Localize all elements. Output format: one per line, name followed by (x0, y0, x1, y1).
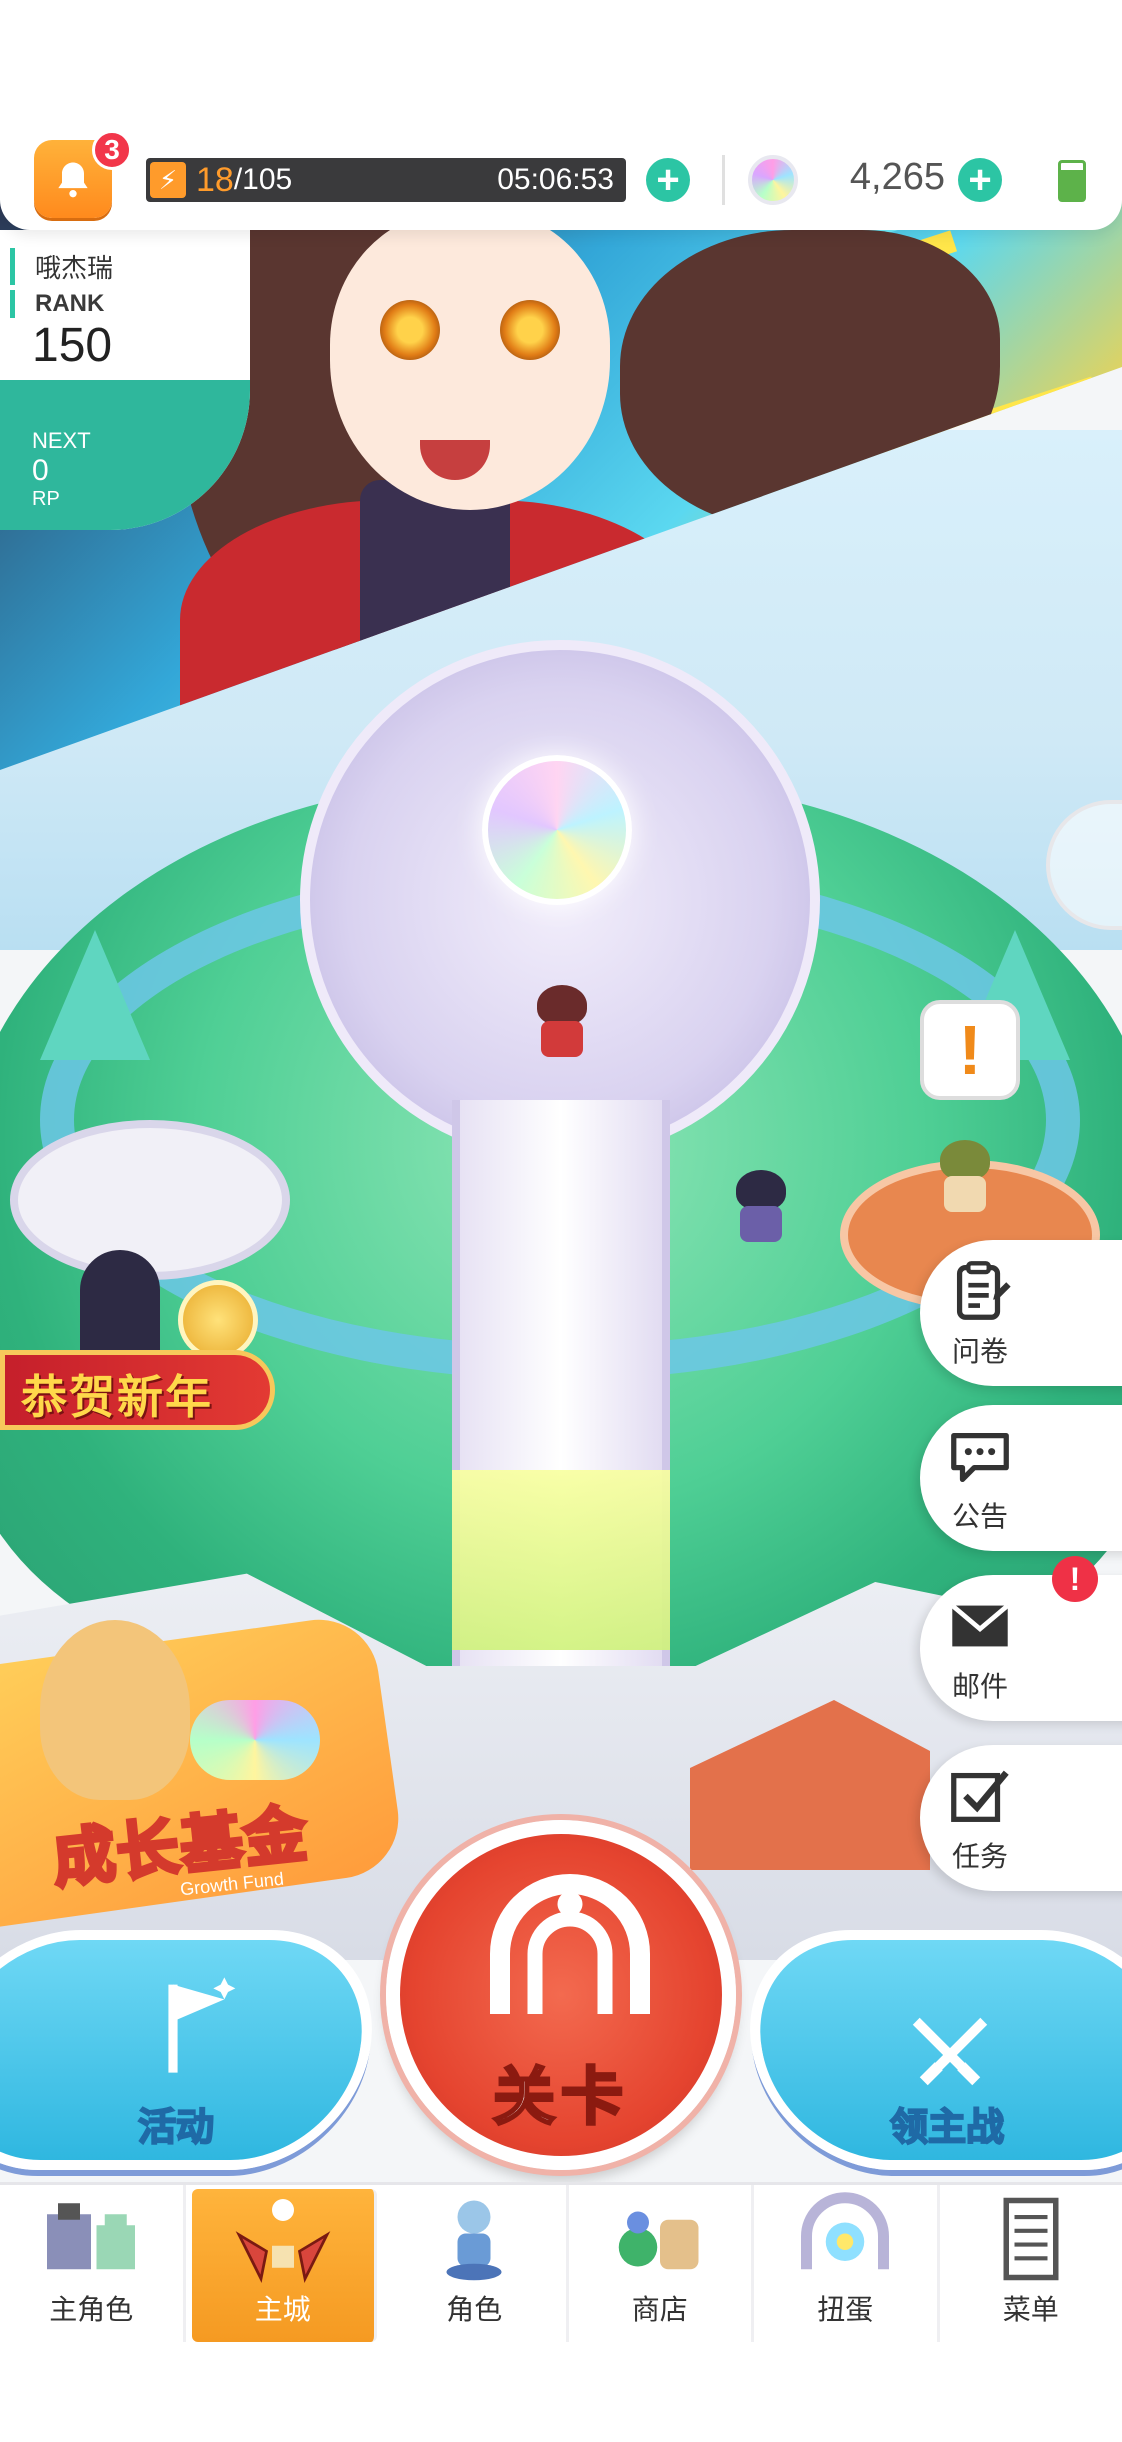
rank-value: 150 (32, 319, 113, 372)
crossed-swords-icon (912, 2017, 988, 2086)
territory-battle-label: 领主战 (889, 2106, 1005, 2150)
main-city-icon (235, 2199, 331, 2283)
gems-stack-icon (190, 1700, 320, 1780)
walkway-glow (452, 1470, 670, 1650)
exclamation-icon: ! (958, 1011, 982, 1089)
nav-label: 主角色 (49, 2294, 134, 2325)
character-eye (500, 300, 560, 360)
tasks-label: 任务 (951, 1841, 1008, 1872)
next-label: NEXT (32, 428, 91, 453)
game-home-screen: ! 3 ⚡ 18 /105 05:06:53 + 4,265 + 哦杰瑞 RAN… (0, 0, 1122, 2442)
flag-icon (168, 1977, 236, 2073)
battery-icon (1058, 160, 1086, 202)
stamina-max: /105 (233, 163, 293, 196)
nav-gacha[interactable]: 扭蛋 (754, 2185, 940, 2342)
stamina-timer: 05:06:53 (497, 163, 614, 196)
top-status-bar: 3 ⚡ 18 /105 05:06:53 + 4,265 + (0, 0, 1122, 230)
nav-menu[interactable]: 菜单 (940, 2185, 1122, 2342)
nav-shop[interactable]: 商店 (569, 2185, 754, 2342)
gem-count: 4,265 (849, 156, 945, 198)
characters-icon (446, 2200, 502, 2281)
stamina-current: 18 (196, 160, 234, 199)
new-year-ribbon: 恭贺新年 (0, 1350, 275, 1430)
character-eye (380, 300, 440, 360)
rank-label: RANK (10, 290, 104, 318)
envelope-icon (950, 1603, 1010, 1647)
nav-label: 主城 (254, 2294, 311, 2325)
npc-sprite-middle[interactable] (726, 1170, 796, 1244)
mail-alert-badge: ! (1052, 1556, 1098, 1602)
growth-fund-badge[interactable]: 成长基金 Growth Fund (0, 1612, 407, 1928)
add-gems-button[interactable]: + (958, 158, 1002, 202)
event-character (80, 1250, 160, 1360)
checkbox-icon (951, 1770, 1009, 1822)
notice-button[interactable]: 公告 (920, 1405, 1122, 1551)
stage-button[interactable]: 关卡 (386, 1820, 736, 2170)
npc-alert-bubble[interactable]: ! (920, 1000, 1020, 1100)
npc-sprite-right[interactable] (930, 1140, 1000, 1214)
menu-list-icon (1003, 2197, 1059, 2281)
notice-label: 公告 (951, 1501, 1008, 1532)
stamina-bar: ⚡ 18 /105 05:06:53 (146, 158, 626, 202)
nav-label: 菜单 (1002, 2294, 1059, 2325)
main-character-icon (47, 2203, 136, 2270)
stage-gate-icon (490, 1874, 650, 2014)
next-value: 0 (32, 454, 49, 487)
rainbow-orb[interactable] (482, 755, 632, 905)
npc-sprite-center[interactable] (527, 985, 597, 1059)
lightning-icon: ⚡ (150, 162, 186, 198)
gacha-icon (801, 2192, 890, 2270)
gold-coin-icon (178, 1280, 258, 1360)
activity-label: 活动 (137, 2106, 215, 2150)
shop-bag-icon (618, 2211, 699, 2270)
survey-label: 问卷 (951, 1336, 1008, 1367)
nav-label: 商店 (631, 2294, 688, 2325)
player-name: 哦杰瑞 (10, 248, 113, 285)
nav-characters[interactable]: 角色 (383, 2185, 569, 2342)
rainbow-gem-icon (748, 155, 798, 205)
bottom-nav: 主角色 主城 角色 商店 扭蛋 菜单 (0, 2182, 1122, 2342)
fox-mascot (40, 1620, 190, 1800)
add-stamina-button[interactable]: + (646, 158, 690, 202)
notification-badge: 3 (92, 130, 132, 170)
next-unit: RP (32, 488, 60, 510)
system-bottom-area (0, 2342, 1122, 2442)
bell-icon (58, 162, 88, 198)
player-rank-panel[interactable]: 哦杰瑞 RANK 150 NEXT 0 RP (0, 230, 250, 530)
mail-label: 邮件 (951, 1671, 1008, 1702)
nav-main-character[interactable]: 主角色 (0, 2185, 186, 2342)
clipboard-icon (956, 1261, 1011, 1320)
survey-button[interactable]: 问卷 (920, 1240, 1122, 1386)
tasks-button[interactable]: 任务 (920, 1745, 1122, 1891)
new-year-event-badge[interactable]: 恭贺新年 (0, 1250, 280, 1450)
nav-main-city[interactable]: 主城 (191, 2189, 377, 2342)
stage-label: 关卡 (491, 2062, 629, 2134)
nav-label: 角色 (446, 2294, 503, 2325)
nav-label: 扭蛋 (817, 2294, 874, 2325)
chat-bubble-icon (951, 1432, 1009, 1482)
divider (722, 155, 725, 205)
new-year-title: 恭贺新年 (21, 1371, 213, 1423)
mail-button[interactable]: 邮件 (920, 1575, 1122, 1721)
